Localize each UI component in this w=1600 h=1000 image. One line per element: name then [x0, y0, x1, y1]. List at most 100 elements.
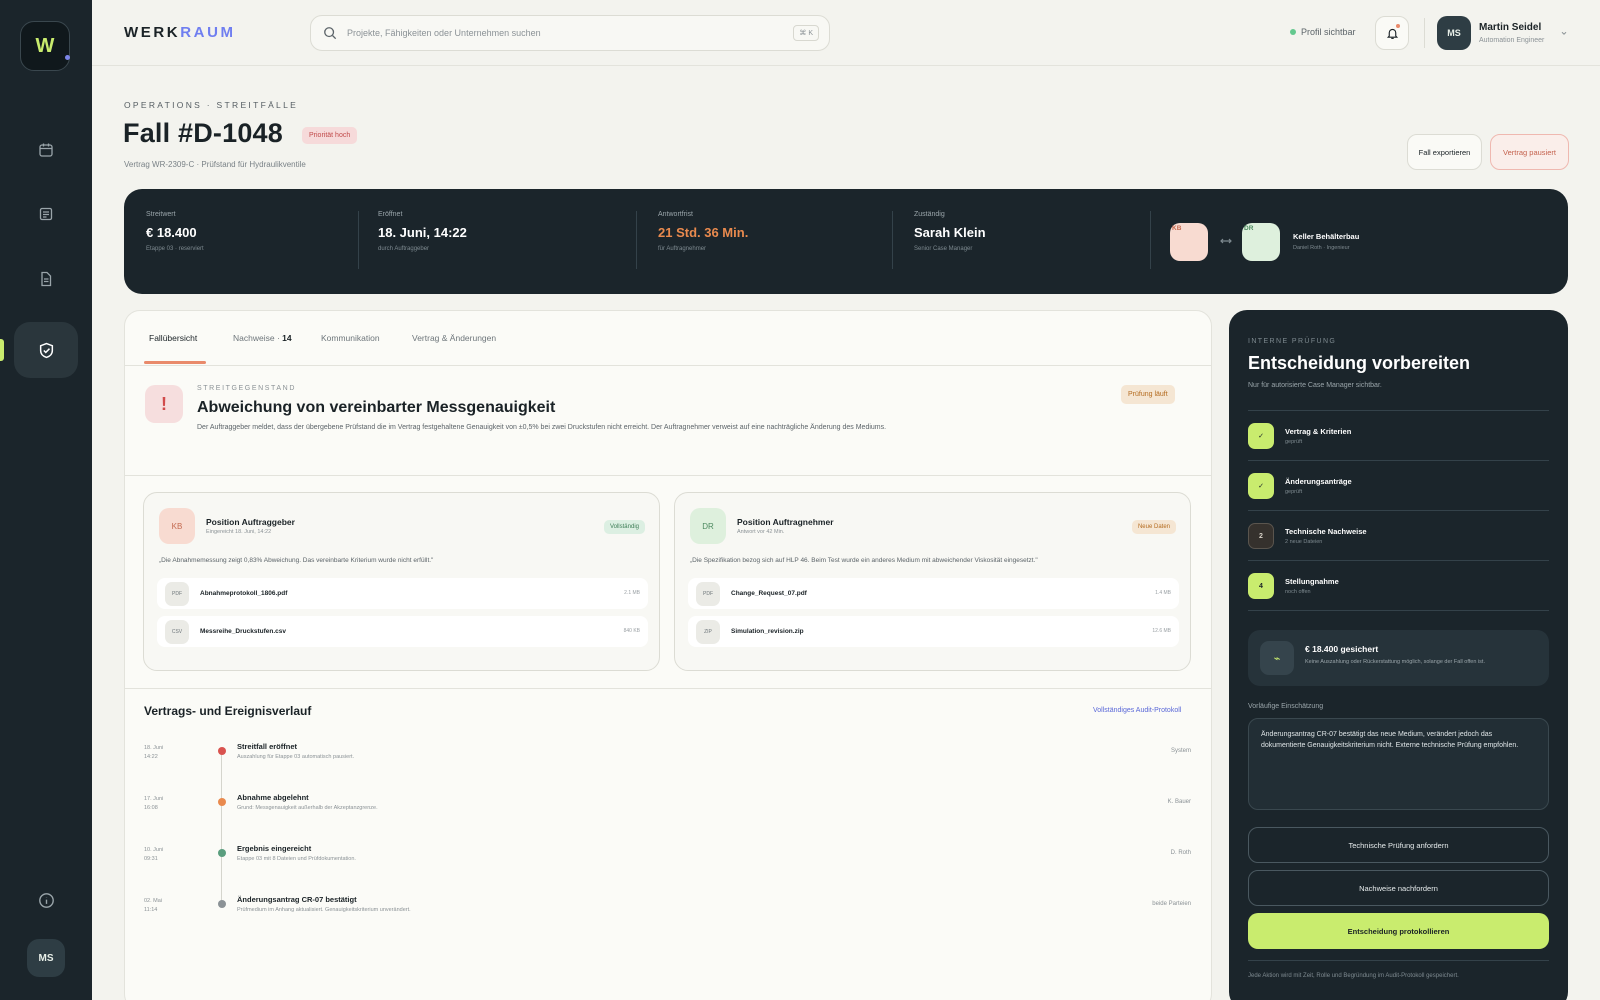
info-icon	[38, 892, 54, 908]
panel-subtitle: Nur für autorisierte Case Manager sichtb…	[1248, 382, 1382, 389]
search-placeholder: Projekte, Fähigkeiten oder Unternehmen s…	[347, 28, 541, 38]
event-date: 02. Mai 11:14	[144, 898, 163, 913]
file-name: Simulation_revision.zip	[731, 628, 804, 635]
sidebar-item-disputes[interactable]	[14, 322, 78, 378]
divider	[1248, 410, 1549, 411]
panel-title: Entscheidung vorbereiten	[1248, 353, 1471, 373]
event-actor: K. Bauer	[1167, 799, 1191, 805]
stat-value: € 18.400	[146, 225, 197, 240]
step-status: noch offen	[1285, 589, 1311, 595]
event-dot	[218, 849, 226, 857]
tab-communication[interactable]: Kommunikation	[321, 333, 380, 343]
request-evidence-button[interactable]: Nachweise nachfordern	[1248, 870, 1549, 906]
calendar-icon	[39, 143, 53, 157]
audit-log-link[interactable]: Vollständiges Audit-Protokoll	[1093, 707, 1181, 714]
chevron-down-icon[interactable]	[1560, 29, 1568, 37]
file-size: 2.1 MB	[624, 590, 640, 596]
tab-label: Nachweise	[233, 333, 275, 343]
secured-amount: € 18.400 gesichert	[1305, 644, 1379, 654]
stat-opened: Eröffnet 18. Juni, 14:22 durch Auftragge…	[378, 211, 467, 252]
review-status-badge: Prüfung läuft	[1121, 385, 1175, 404]
sidebar-item-notes[interactable]	[14, 186, 78, 242]
brand-part-1: WERK	[124, 24, 181, 41]
logo-letter: W	[35, 34, 55, 57]
logo-dot	[65, 55, 70, 60]
stat-label: Eröffnet	[378, 211, 403, 218]
case-stats-bar: Streitwert € 18.400 Etappe 03 · reservie…	[124, 189, 1568, 294]
party-b-avatar[interactable]: DR	[1242, 223, 1280, 261]
secured-note: Keine Auszahlung oder Rückerstattung mög…	[1305, 659, 1485, 665]
request-technical-review-button[interactable]: Technische Prüfung anfordern	[1248, 827, 1549, 863]
client-position-card: KB Position Auftraggeber Eingereicht 18.…	[143, 492, 660, 671]
divider	[1248, 610, 1549, 611]
sidebar-user-avatar[interactable]: MS	[27, 939, 65, 977]
divider	[1248, 960, 1549, 961]
note-icon	[39, 207, 53, 221]
party-contact: Daniel Roth · Ingenieur	[1293, 245, 1350, 251]
divider	[1424, 18, 1425, 48]
page-subtitle: Vertrag WR-2309-C · Prüfstand für Hydrau…	[124, 160, 306, 169]
notifications-button[interactable]	[1375, 16, 1409, 50]
event-title: Änderungsantrag CR-07 bestätigt	[237, 895, 357, 904]
file-name: Abnahmeprotokoll_1806.pdf	[200, 590, 288, 597]
issue-description: Der Auftraggeber meldet, dass der überge…	[197, 424, 887, 431]
file-type-icon: PDF	[696, 582, 720, 606]
user-avatar[interactable]: MS	[1437, 16, 1471, 50]
swap-arrows-icon	[1220, 238, 1232, 244]
tab-overview[interactable]: Fallübersicht	[149, 333, 197, 343]
notification-dot	[1396, 24, 1400, 28]
stat-value: 21 Std. 36 Min.	[658, 225, 749, 240]
tab-contract-changes[interactable]: Vertrag & Änderungen	[412, 333, 496, 343]
tab-evidence[interactable]: Nachweise · 14	[233, 333, 292, 343]
file-item[interactable]: PDF Abnahmeprotokoll_1806.pdf 2.1 MB	[157, 578, 648, 609]
contract-paused-button[interactable]: Vertrag pausiert	[1490, 134, 1569, 170]
search-shortcut: ⌘ K	[793, 25, 819, 41]
escrow-secured-card: ⌁ € 18.400 gesichert Keine Auszahlung od…	[1248, 630, 1549, 686]
case-tabs: Fallübersicht Nachweise · 14 Kommunikati…	[125, 311, 1211, 366]
tab-label: Vertrag & Änderungen	[412, 333, 497, 343]
sidebar: W MS	[0, 0, 92, 1000]
file-type-icon: ZIP	[696, 620, 720, 644]
step-status: geprüft	[1285, 489, 1303, 495]
assessment-textarea[interactable]: Änderungsantrag CR-07 bestätigt das neue…	[1248, 718, 1549, 810]
divider	[636, 211, 637, 269]
decision-panel: INTERNE PRÜFUNG Entscheidung vorbereiten…	[1229, 310, 1568, 1000]
file-item[interactable]: PDF Change_Request_07.pdf 1.4 MB	[688, 578, 1179, 609]
brand-wordmark[interactable]: WERKRAUM	[124, 24, 236, 41]
sidebar-item-documents[interactable]	[14, 251, 78, 307]
file-size: 12.6 MB	[1152, 628, 1171, 634]
status-badge: Vollständig	[603, 520, 645, 534]
file-name: Change_Request_07.pdf	[731, 590, 807, 597]
tab-label: Kommunikation	[321, 333, 380, 343]
user-name[interactable]: Martin Seidel	[1479, 22, 1541, 33]
party-a-avatar[interactable]: KB	[1170, 223, 1208, 261]
app-logo[interactable]: W	[20, 21, 70, 71]
file-item[interactable]: CSV Messreihe_Druckstufen.csv 840 KB	[157, 616, 648, 647]
step-title: Stellungnahme	[1285, 577, 1339, 586]
divider	[892, 211, 893, 269]
log-decision-button[interactable]: Entscheidung protokollieren	[1248, 913, 1549, 949]
event-title: Ergebnis eingereicht	[237, 844, 312, 853]
file-item[interactable]: ZIP Simulation_revision.zip 12.6 MB	[688, 616, 1179, 647]
active-indicator	[0, 339, 4, 361]
sidebar-item-info[interactable]	[14, 872, 78, 928]
breadcrumb[interactable]: OPERATIONS · STREITFÄLLE	[124, 100, 298, 110]
stat-value: 18. Juni, 14:22	[378, 225, 467, 240]
event-description: Etappe 03 mit 8 Dateien und Prüfdokument…	[237, 856, 356, 862]
step-title: Änderungsanträge	[1285, 477, 1352, 486]
stat-label: Antwortfrist	[658, 211, 694, 218]
shield-check-icon	[39, 342, 53, 358]
assessment-label: Vorläufige Einschätzung	[1248, 703, 1324, 710]
profile-visibility-status[interactable]: Profil sichtbar	[1290, 27, 1356, 37]
event-actor: beide Parteien	[1152, 901, 1191, 907]
event-date: 18. Juni 14:22	[144, 745, 164, 760]
timeline-line	[221, 751, 222, 903]
divider	[125, 688, 1211, 689]
sidebar-item-calendar[interactable]	[14, 122, 78, 178]
export-case-button[interactable]: Fall exportieren	[1407, 134, 1482, 170]
brand-part-2: RAUM	[180, 24, 236, 41]
search-input[interactable]: Projekte, Fähigkeiten oder Unternehmen s…	[310, 15, 830, 51]
party-b-initials: DR	[1244, 225, 1254, 232]
divider	[1150, 211, 1151, 269]
event-dot	[218, 798, 226, 806]
